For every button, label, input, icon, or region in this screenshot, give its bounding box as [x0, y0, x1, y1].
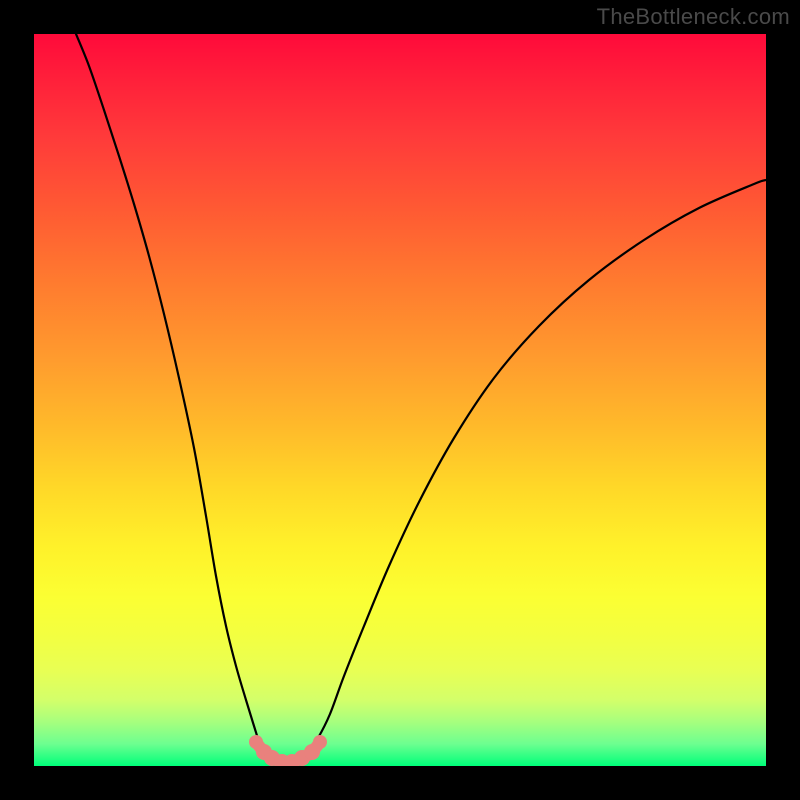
plot-area	[34, 34, 766, 766]
watermark-label: TheBottleneck.com	[597, 4, 790, 30]
chart-svg	[34, 34, 766, 766]
valley-marker	[313, 735, 327, 749]
bottleneck-curve	[76, 34, 266, 752]
chart-frame: TheBottleneck.com	[0, 0, 800, 800]
bottleneck-curve	[308, 180, 766, 752]
